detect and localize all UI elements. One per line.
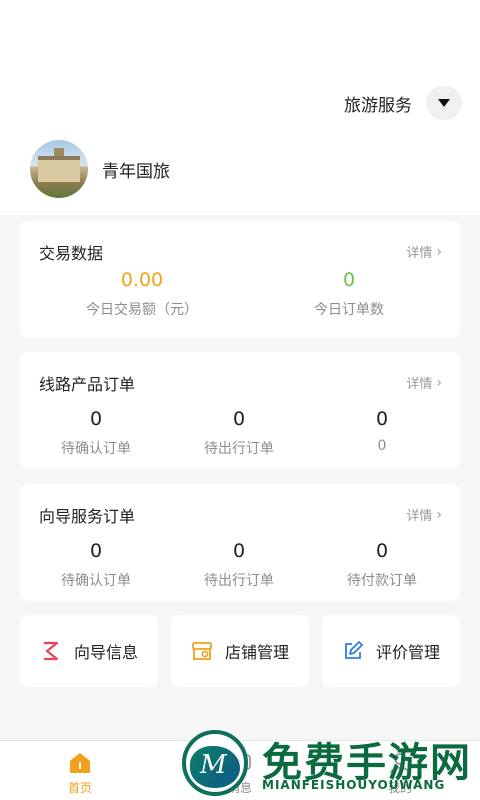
stat-pending-travel[interactable]: 0 待出行订单 xyxy=(166,408,312,458)
quick-action-label: 店铺管理 xyxy=(224,643,289,662)
stat-label: 0 xyxy=(377,438,387,454)
chevron-down-icon xyxy=(438,99,450,107)
tab-home[interactable]: 首页 xyxy=(40,751,120,796)
profile-header[interactable]: 青年国旅 xyxy=(30,140,170,198)
detail-label: 详情 xyxy=(406,509,433,524)
stat-value: 0 xyxy=(89,540,103,562)
edit-icon xyxy=(345,641,363,659)
trade-data-card: 交易数据 详情 › 0.00 今日交易额（元） 0 今日订单数 xyxy=(20,221,460,338)
stat-label: 今日交易额（元） xyxy=(86,302,198,318)
chevron-right-icon: › xyxy=(436,243,442,260)
avatar[interactable] xyxy=(30,140,88,198)
stat-pending-confirm[interactable]: 0 待确认订单 xyxy=(23,408,169,458)
card-title: 交易数据 xyxy=(39,244,104,263)
org-name: 青年国旅 xyxy=(102,161,170,182)
stat-value: 0 xyxy=(232,540,246,562)
watermark: M 免费手游网 MIANFEISHOUYOUWANG xyxy=(182,726,480,800)
stat-pending-confirm[interactable]: 0 待确认订单 xyxy=(23,540,169,590)
tab-label: 首页 xyxy=(67,781,92,795)
stat-third[interactable]: 0 0 xyxy=(309,408,455,454)
stat-pending-payment[interactable]: 0 待付款订单 xyxy=(309,540,455,590)
detail-link[interactable]: 详情 › xyxy=(406,505,442,525)
card-title: 向导服务订单 xyxy=(39,507,136,526)
stat-label: 待出行订单 xyxy=(204,441,274,457)
quick-action-label: 向导信息 xyxy=(73,643,138,662)
stat-value: 0 xyxy=(232,408,246,430)
guide-info-button[interactable]: 向导信息 xyxy=(20,615,158,687)
stat-value: 0 xyxy=(375,540,389,562)
detail-label: 详情 xyxy=(406,246,433,261)
route-orders-card: 线路产品订单 详情 › 0 待确认订单 0 待出行订单 0 0 xyxy=(20,352,460,469)
chevron-right-icon: › xyxy=(436,506,442,523)
stat-label: 待确认订单 xyxy=(61,441,131,457)
stat-value: 0 xyxy=(375,408,389,430)
stat-label: 待付款订单 xyxy=(347,573,417,589)
card-title: 线路产品订单 xyxy=(39,375,136,394)
watermark-logo-icon: M xyxy=(182,730,248,796)
store-manage-button[interactable]: 店铺管理 xyxy=(171,615,309,687)
stat-value: 0.00 xyxy=(120,269,164,291)
guide-orders-card: 向导服务订单 详情 › 0 待确认订单 0 待出行订单 0 待付款订单 xyxy=(20,484,460,601)
store-icon xyxy=(192,642,212,660)
stat-value: 0 xyxy=(89,408,103,430)
detail-link[interactable]: 详情 › xyxy=(406,373,442,393)
stat-order-count[interactable]: 0 今日订单数 xyxy=(276,269,422,319)
stat-trade-amount[interactable]: 0.00 今日交易额（元） xyxy=(53,269,231,319)
chevron-right-icon: › xyxy=(436,374,442,391)
stat-label: 待出行订单 xyxy=(204,573,274,589)
watermark-subtitle: MIANFEISHOUYOUWANG xyxy=(262,778,446,792)
quick-action-label: 评价管理 xyxy=(375,643,440,662)
stat-value: 0 xyxy=(342,269,356,291)
review-manage-button[interactable]: 评价管理 xyxy=(322,615,460,687)
dropdown-button[interactable] xyxy=(426,86,462,120)
stat-label: 待确认订单 xyxy=(61,573,131,589)
detail-label: 详情 xyxy=(406,377,433,392)
stat-pending-travel[interactable]: 0 待出行订单 xyxy=(166,540,312,590)
detail-link[interactable]: 详情 › xyxy=(406,242,442,262)
stat-label: 今日订单数 xyxy=(314,302,384,318)
service-label: 旅游服务 xyxy=(344,95,412,116)
home-icon xyxy=(70,753,90,773)
guide-icon xyxy=(43,641,59,661)
service-selector[interactable]: 旅游服务 xyxy=(344,86,462,120)
